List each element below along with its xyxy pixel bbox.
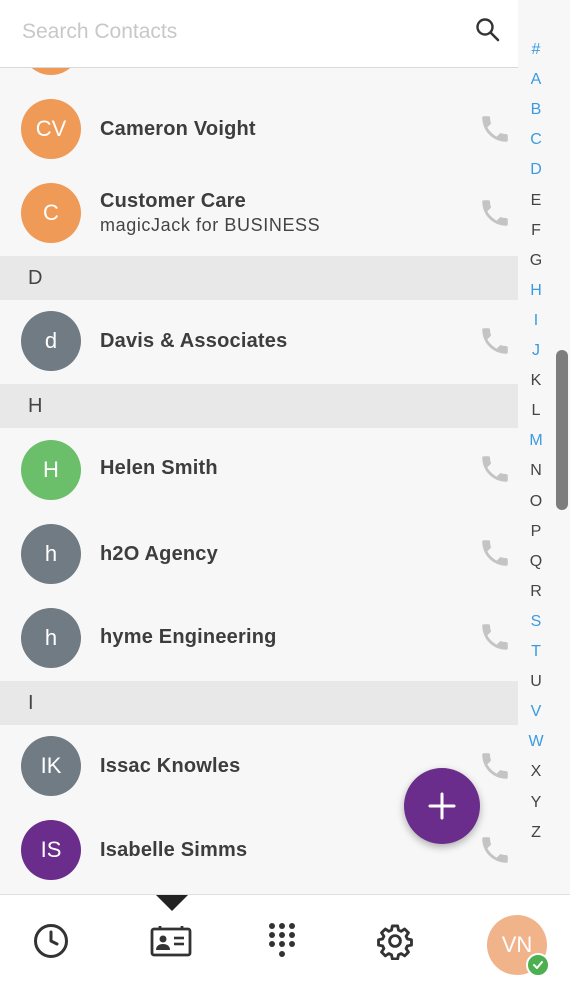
section-header: H [0, 384, 518, 428]
section-header: I [0, 681, 518, 725]
avatar: H [21, 440, 81, 500]
add-contact-button[interactable] [404, 768, 480, 844]
alphabet-letter[interactable]: S [518, 612, 554, 632]
alphabet-letter[interactable]: P [518, 522, 554, 542]
selected-indicator [156, 895, 188, 911]
alphabet-letter[interactable]: I [518, 311, 554, 331]
alphabet-letter[interactable]: H [518, 281, 554, 301]
avatar [21, 68, 81, 75]
alphabet-letter[interactable]: # [518, 40, 554, 60]
contacts-card-icon [150, 926, 192, 957]
alphabet-letter[interactable]: G [518, 251, 554, 271]
dialpad-icon [269, 923, 295, 957]
avatar: d [21, 311, 81, 371]
nav-dialpad[interactable] [260, 919, 304, 963]
phone-icon[interactable] [478, 196, 512, 230]
section-letter: I [28, 692, 34, 714]
alphabet-letter[interactable]: Q [518, 552, 554, 572]
phone-icon[interactable] [478, 324, 512, 358]
online-status-icon [526, 953, 550, 977]
alphabet-letter[interactable]: L [518, 401, 554, 421]
search-input[interactable] [20, 14, 444, 50]
section-letter: D [28, 267, 43, 289]
alphabet-letter[interactable]: K [518, 371, 554, 391]
clock-icon [34, 924, 68, 958]
alphabet-letter[interactable]: R [518, 582, 554, 602]
phone-icon[interactable] [478, 452, 512, 486]
alphabet-letter[interactable]: A [518, 70, 554, 90]
nav-contacts[interactable] [149, 919, 193, 963]
contact-subtitle: magicJack for BUSINESS [100, 215, 321, 235]
plus-icon [428, 792, 456, 820]
alphabet-letter[interactable]: O [518, 492, 554, 512]
alphabet-letter[interactable]: B [518, 100, 554, 120]
contact-name: Isabelle Simms [100, 839, 248, 861]
phone-icon[interactable] [478, 536, 512, 570]
avatar: C [21, 183, 81, 243]
phone-icon[interactable] [478, 833, 512, 867]
nav-recents[interactable] [29, 919, 73, 963]
search-bar [0, 0, 518, 68]
alphabet-letter[interactable]: M [518, 431, 554, 451]
nav-settings[interactable] [373, 919, 417, 963]
check-icon [533, 961, 543, 969]
alphabet-letter[interactable]: X [518, 762, 554, 782]
avatar: IK [21, 736, 81, 796]
alphabet-letter[interactable]: Y [518, 793, 554, 813]
alphabet-letter[interactable]: W [518, 732, 554, 752]
phone-icon[interactable] [478, 620, 512, 654]
phone-icon[interactable] [478, 112, 512, 146]
alphabet-letter[interactable]: Z [518, 823, 554, 843]
contact-name: Customer Care [100, 190, 246, 212]
avatar: h [21, 524, 81, 584]
contact-name: Cameron Voight [100, 118, 256, 140]
alphabet-letter[interactable]: C [518, 130, 554, 150]
alphabet-letter[interactable]: T [518, 642, 554, 662]
contact-name: Helen Smith [100, 457, 218, 479]
alphabet-letter[interactable]: E [518, 191, 554, 211]
contact-name: hyme Engineering [100, 626, 277, 648]
contact-name: Davis & Associates [100, 330, 288, 352]
bottom-nav: VN [0, 894, 570, 988]
search-icon[interactable] [474, 16, 502, 44]
avatar: h [21, 608, 81, 668]
avatar: CV [21, 99, 81, 159]
contact-name: Issac Knowles [100, 755, 241, 777]
alphabet-letter[interactable]: J [518, 341, 554, 361]
contact-name: h2O Agency [100, 543, 218, 565]
avatar: IS [21, 820, 81, 880]
section-header: D [0, 256, 518, 300]
scrollbar-thumb[interactable] [556, 350, 568, 510]
alphabet-letter[interactable]: V [518, 702, 554, 722]
gear-icon [377, 924, 413, 960]
phone-icon[interactable] [478, 749, 512, 783]
alphabet-letter[interactable]: U [518, 672, 554, 692]
section-letter: H [28, 395, 43, 417]
alphabet-letter[interactable]: F [518, 221, 554, 241]
alphabet-letter[interactable]: D [518, 160, 554, 180]
alphabet-letter[interactable]: N [518, 461, 554, 481]
